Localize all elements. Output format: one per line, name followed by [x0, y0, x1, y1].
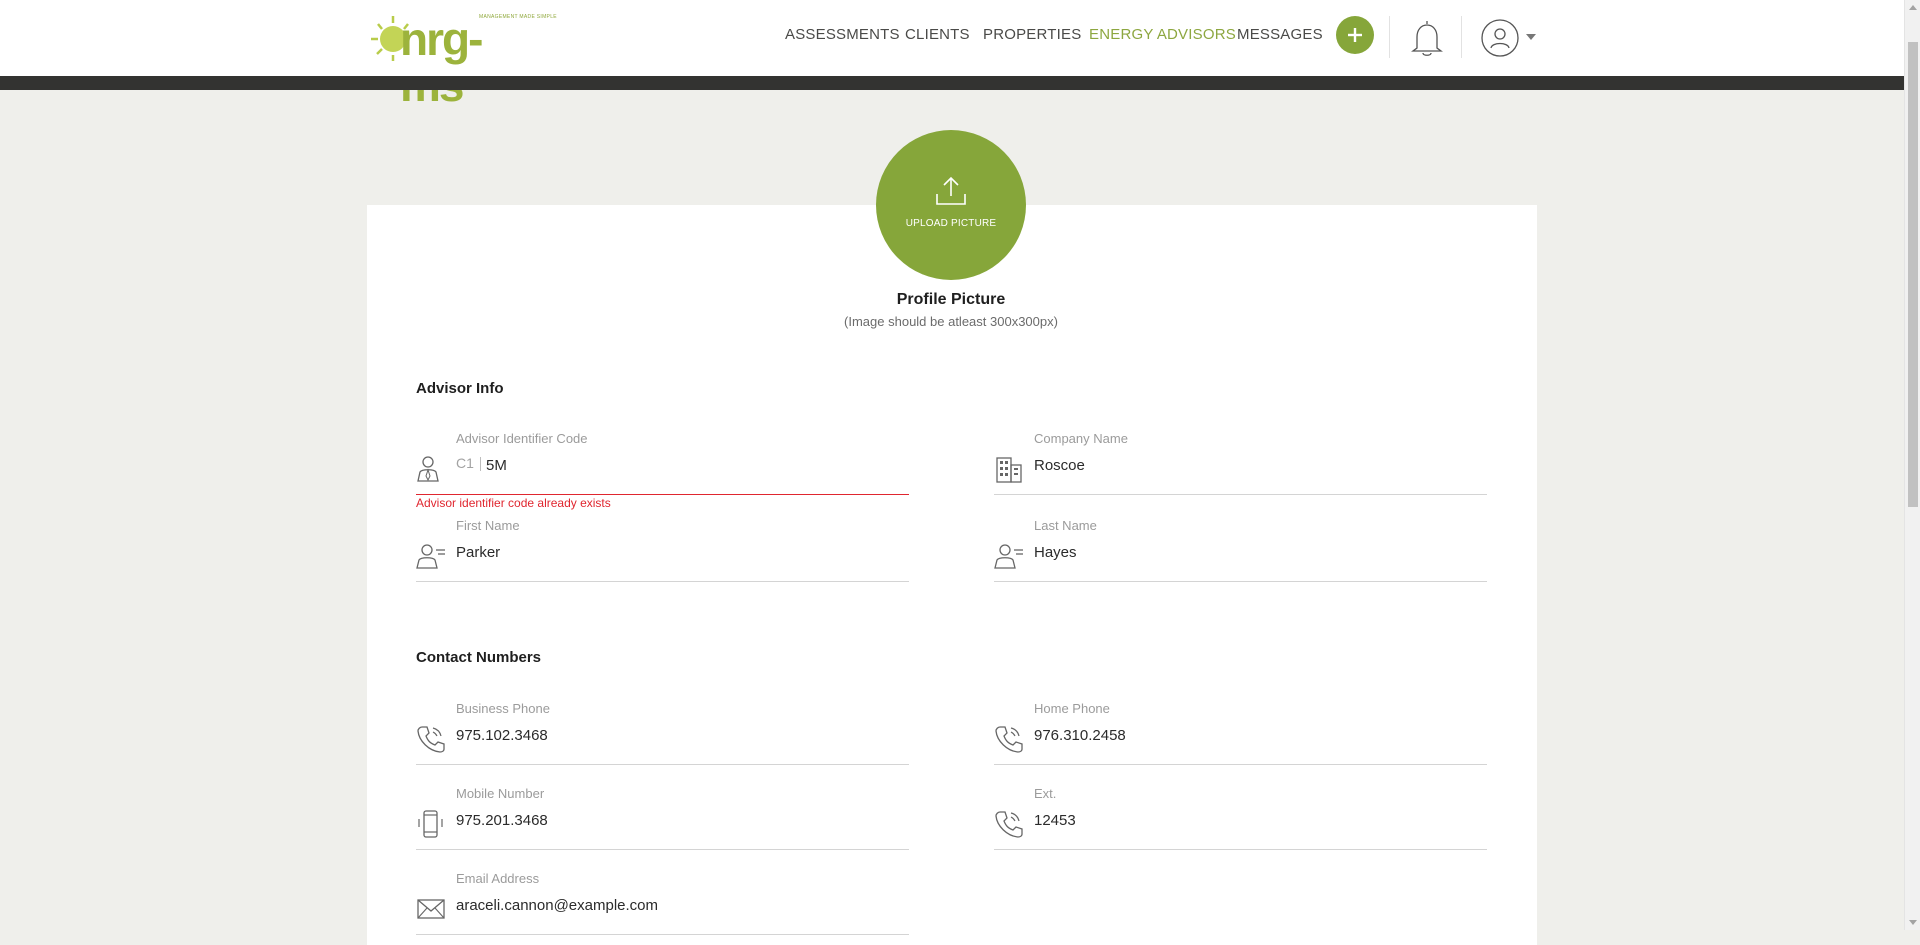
building-icon — [996, 457, 1022, 483]
advisor-icon — [417, 456, 439, 482]
business-phone-input[interactable] — [456, 727, 896, 744]
advisor-identifier-field[interactable]: Advisor Identifier Code C1 — [416, 431, 909, 495]
profile-picture-title: Profile Picture — [896, 291, 1006, 308]
business-phone-label: Business Phone — [456, 701, 550, 716]
phone-icon — [417, 726, 445, 753]
user-menu-button[interactable] — [1480, 18, 1520, 58]
last-name-field[interactable]: Last Name — [994, 518, 1487, 582]
logo-text: nrg-ms — [400, 13, 483, 108]
prefix-separator — [480, 457, 481, 471]
mobile-icon — [418, 810, 443, 838]
envelope-icon — [417, 899, 445, 919]
brand-logo[interactable]: nrg-ms MANAGEMENT MADE SIMPLE — [369, 10, 557, 108]
nav-messages[interactable]: MESSAGES — [1237, 26, 1323, 44]
contact-numbers-title: Contact Numbers — [416, 649, 542, 666]
scroll-up-arrow-icon[interactable] — [1909, 5, 1917, 10]
extension-field[interactable]: Ext. — [994, 786, 1487, 850]
advisor-identifier-prefix: C1 — [456, 455, 474, 471]
logo-tagline: MANAGEMENT MADE SIMPLE — [479, 14, 557, 20]
bell-icon — [1411, 21, 1443, 56]
last-name-label: Last Name — [1034, 518, 1097, 533]
nav-properties[interactable]: PROPERTIES — [983, 26, 1081, 44]
home-phone-field[interactable]: Home Phone — [994, 701, 1487, 765]
first-name-input[interactable] — [456, 544, 896, 561]
advisor-info-title: Advisor Info — [416, 380, 504, 397]
email-address-input[interactable] — [456, 897, 896, 914]
business-phone-field[interactable]: Business Phone — [416, 701, 909, 765]
last-name-input[interactable] — [1034, 544, 1474, 561]
add-button[interactable] — [1336, 16, 1374, 54]
caret-down-icon[interactable] — [1526, 34, 1536, 40]
top-header: nrg-ms MANAGEMENT MADE SIMPLE ASSESSMENT… — [0, 0, 1904, 108]
home-phone-input[interactable] — [1034, 727, 1474, 744]
nav-assessments[interactable]: ASSESSMENTS — [785, 26, 900, 44]
profile-picture-hint: (Image should be atleast 300x300px) — [844, 314, 1058, 329]
company-name-field[interactable]: Company Name — [994, 431, 1487, 495]
person-card-icon — [416, 544, 445, 569]
upload-picture-button[interactable]: UPLOAD PICTURE — [876, 130, 1026, 280]
email-address-field[interactable]: Email Address — [416, 871, 909, 935]
nav-energy-advisors[interactable]: ENERGY ADVISORS — [1089, 26, 1236, 44]
user-avatar-icon — [1481, 19, 1519, 57]
first-name-label: First Name — [456, 518, 520, 533]
company-name-input[interactable] — [1034, 457, 1474, 474]
plus-icon — [1348, 28, 1362, 42]
upload-icon — [936, 176, 966, 205]
advisor-identifier-label: Advisor Identifier Code — [456, 431, 588, 446]
phone-icon — [995, 726, 1023, 753]
header-divider — [1461, 16, 1462, 58]
mobile-number-label: Mobile Number — [456, 786, 545, 801]
extension-label: Ext. — [1034, 786, 1057, 801]
advisor-identifier-error: Advisor identifier code already exists — [416, 496, 611, 510]
mobile-number-input[interactable] — [456, 812, 896, 829]
header-dark-bar — [0, 76, 1904, 90]
scroll-down-arrow-icon[interactable] — [1909, 920, 1917, 925]
nav-clients[interactable]: CLIENTS — [905, 26, 970, 44]
email-address-label: Email Address — [456, 871, 540, 886]
advisor-identifier-input[interactable] — [486, 457, 886, 474]
first-name-field[interactable]: First Name — [416, 518, 909, 582]
scrollbar-thumb[interactable] — [1908, 42, 1918, 507]
company-name-label: Company Name — [1034, 431, 1128, 446]
mobile-number-field[interactable]: Mobile Number — [416, 786, 909, 850]
phone-icon — [995, 811, 1023, 838]
extension-input[interactable] — [1034, 812, 1474, 829]
notifications-button[interactable] — [1408, 18, 1446, 58]
home-phone-label: Home Phone — [1034, 701, 1110, 716]
upload-picture-label: UPLOAD PICTURE — [905, 218, 997, 229]
header-divider — [1389, 16, 1390, 58]
page-scrollbar[interactable] — [1904, 0, 1920, 930]
person-card-icon — [994, 544, 1023, 569]
